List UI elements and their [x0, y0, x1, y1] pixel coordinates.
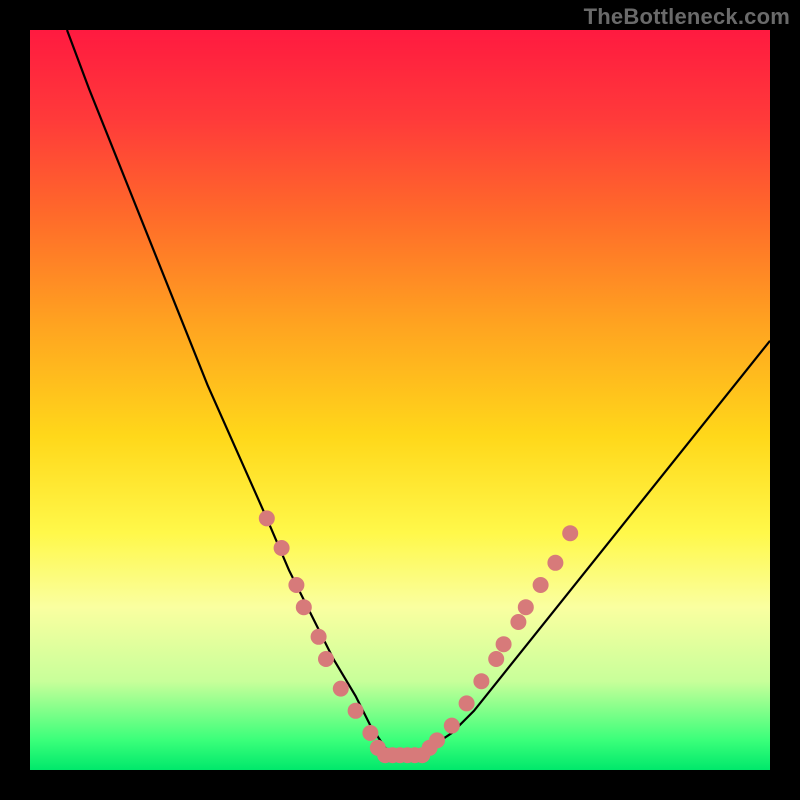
- highlight-dot: [333, 681, 349, 697]
- highlight-dot: [318, 651, 334, 667]
- watermark-text: TheBottleneck.com: [584, 4, 790, 30]
- highlight-dot: [296, 599, 312, 615]
- highlight-dot: [259, 510, 275, 526]
- plot-area: [30, 30, 770, 770]
- highlight-dot: [348, 703, 364, 719]
- highlight-dot: [510, 614, 526, 630]
- highlight-dot: [547, 555, 563, 571]
- highlight-dot: [444, 718, 460, 734]
- chart-svg: [30, 30, 770, 770]
- highlight-dot: [311, 629, 327, 645]
- highlight-dot: [429, 732, 445, 748]
- highlight-dot: [518, 599, 534, 615]
- highlight-dot: [562, 525, 578, 541]
- highlight-dot: [473, 673, 489, 689]
- highlight-dot: [496, 636, 512, 652]
- highlight-dot: [488, 651, 504, 667]
- highlight-dot: [533, 577, 549, 593]
- highlight-dot: [362, 725, 378, 741]
- chart-container: TheBottleneck.com: [0, 0, 800, 800]
- highlight-dots: [259, 510, 578, 763]
- highlight-dot: [459, 695, 475, 711]
- bottleneck-curve: [67, 30, 770, 755]
- highlight-dot: [288, 577, 304, 593]
- highlight-dot: [274, 540, 290, 556]
